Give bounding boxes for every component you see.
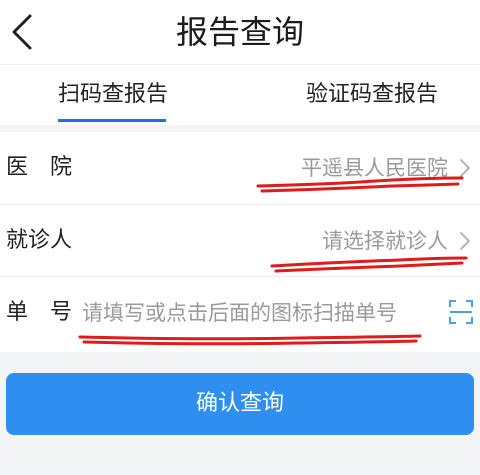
patient-select[interactable]: 请选择就诊人 — [322, 226, 448, 256]
tab-bar: 扫码查报告 验证码查报告 — [0, 64, 480, 125]
hospital-value: 平遥县人民医院 — [301, 156, 448, 180]
confirm-query-button[interactable]: 确认查询 — [6, 373, 474, 435]
hospital-row[interactable]: 医 院 平遥县人民医院 — [0, 132, 480, 204]
order-number-label: 单 号 — [6, 300, 73, 325]
tab-code-report[interactable]: 验证码查报告 — [306, 80, 438, 110]
chevron-right-icon — [460, 232, 470, 250]
hospital-label: 医 院 — [6, 155, 73, 180]
order-number-row: 单 号 — [0, 276, 480, 349]
tab-scan-report[interactable]: 扫码查报告 — [58, 80, 168, 110]
patient-row[interactable]: 就诊人 请选择就诊人 — [0, 204, 480, 277]
order-number-input[interactable] — [82, 298, 422, 328]
chevron-right-icon — [460, 159, 470, 177]
patient-label: 就诊人 — [6, 228, 73, 253]
nav-bar: 报告查询 — [0, 0, 480, 64]
query-form: 医 院 平遥县人民医院 就诊人 请选择就诊人 单 号 — [0, 132, 480, 352]
scan-icon[interactable] — [448, 299, 474, 325]
active-tab-indicator — [58, 119, 166, 122]
page-title: 报告查询 — [175, 13, 304, 51]
